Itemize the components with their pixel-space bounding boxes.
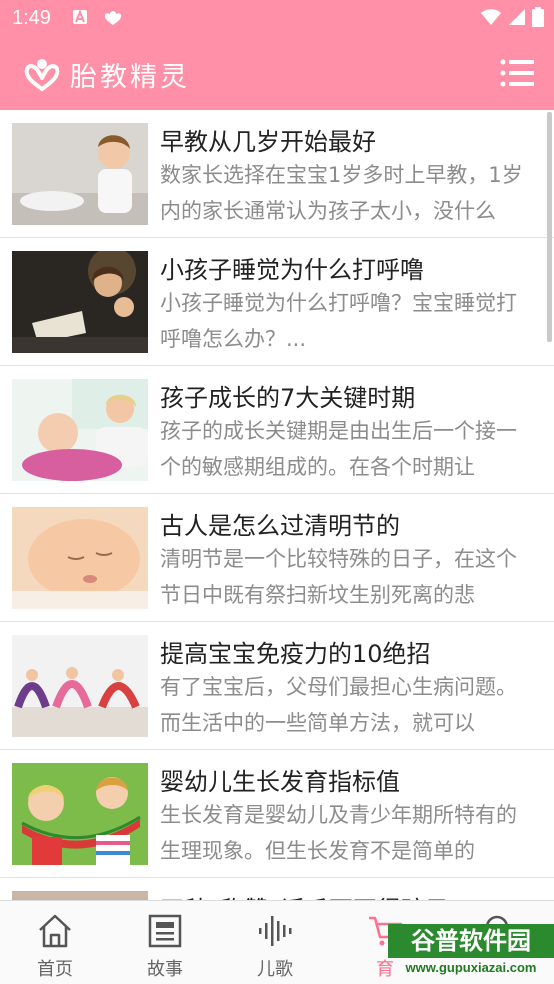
list-item[interactable]: 婴幼儿生长发育指标值 生长发育是婴幼儿及青少年期所特有的生理现象。但生长发育不是… <box>0 750 554 878</box>
article-thumbnail <box>12 635 148 737</box>
list-item[interactable]: 提高宝宝免疫力的10绝招 有了宝宝后，父母们最担心生病问题。而生活中的一些简单方… <box>0 622 554 750</box>
tab-home[interactable]: 首页 <box>0 901 110 984</box>
app-logo-icon <box>22 56 62 92</box>
wifi-icon <box>480 8 502 30</box>
status-time: 1:49 <box>12 7 51 29</box>
article-title: 古人是怎么过清明节的 <box>160 512 400 540</box>
article-thumbnail <box>12 251 148 353</box>
article-thumbnail <box>12 507 148 609</box>
status-icons <box>480 7 544 31</box>
app-bar: 胎教精灵 <box>0 38 554 110</box>
watermark-logo: 谷普软件园 www.gupuxiazai.com <box>388 924 554 984</box>
list-item[interactable]: 四种“称赞”话千万不得孩子 <box>0 878 554 900</box>
article-summary: 孩子的成长关键期是由出生后一个接一个的敏感期组成的。在各个时期让 <box>160 419 517 479</box>
signal-icon <box>508 8 526 30</box>
tab-label: 首页 <box>37 959 73 980</box>
article-title: 早教从几岁开始最好 <box>160 128 376 156</box>
article-title: 提高宝宝免疫力的10绝招 <box>160 640 431 668</box>
list-scrollbar[interactable] <box>547 112 552 342</box>
article-list[interactable]: 早教从几岁开始最好 数家长选择在宝宝1岁多时上早教，1岁内的家长通常认为孩子太小… <box>0 110 554 900</box>
article-summary: 生长发育是婴幼儿及青少年期所特有的生理现象。但生长发育不是简单的 <box>160 803 517 863</box>
watermark-url: www.gupuxiazai.com <box>405 960 537 975</box>
article-summary: 数家长选择在宝宝1岁多时上早教，1岁内的家长通常认为孩子太小，没什么 <box>160 163 523 223</box>
notification-a-icon <box>72 9 88 29</box>
list-item[interactable]: 早教从几岁开始最好 数家长选择在宝宝1岁多时上早教，1岁内的家长通常认为孩子太小… <box>0 110 554 238</box>
app-title: 胎教精灵 <box>70 62 190 93</box>
sound-wave-icon <box>259 916 292 946</box>
list-item[interactable]: 古人是怎么过清明节的 清明节是一个比较特殊的日子，在这个节日中既有祭扫新坟生别死… <box>0 494 554 622</box>
article-title: 婴幼儿生长发育指标值 <box>160 768 400 796</box>
article-thumbnail <box>12 891 148 900</box>
menu-button[interactable] <box>500 58 534 88</box>
list-item[interactable]: 孩子成长的7大关键时期 孩子的成长关键期是由出生后一个接一个的敏感期组成的。在各… <box>0 366 554 494</box>
article-title: 小孩子睡觉为什么打呼噜 <box>160 256 424 284</box>
watermark-title: 谷普软件园 <box>388 924 554 958</box>
tab-songs[interactable]: 儿歌 <box>220 901 330 984</box>
tab-label: 儿歌 <box>257 959 293 980</box>
book-icon <box>148 914 182 948</box>
home-icon <box>39 914 71 948</box>
article-summary: 小孩子睡觉为什么打呼噜？宝宝睡觉打呼噜怎么办？... <box>160 291 517 351</box>
tab-label: 故事 <box>147 959 183 980</box>
list-menu-icon <box>500 59 534 87</box>
tab-story[interactable]: 故事 <box>110 901 220 984</box>
article-title: 四种“称赞”话千万不得孩子 <box>160 890 540 900</box>
status-bar: 1:49 <box>0 0 554 38</box>
app-notification-icon <box>102 9 124 31</box>
article-summary: 清明节是一个比较特殊的日子，在这个节日中既有祭扫新坟生别死离的悲 <box>160 547 517 607</box>
list-item[interactable]: 小孩子睡觉为什么打呼噜 小孩子睡觉为什么打呼噜？宝宝睡觉打呼噜怎么办？... <box>0 238 554 366</box>
article-summary: 有了宝宝后，父母们最担心生病问题。而生活中的一些简单方法，就可以 <box>160 675 517 735</box>
article-title: 孩子成长的7大关键时期 <box>160 384 416 412</box>
article-thumbnail <box>12 763 148 865</box>
battery-icon <box>532 7 544 31</box>
article-thumbnail <box>12 379 148 481</box>
article-thumbnail <box>12 123 148 225</box>
